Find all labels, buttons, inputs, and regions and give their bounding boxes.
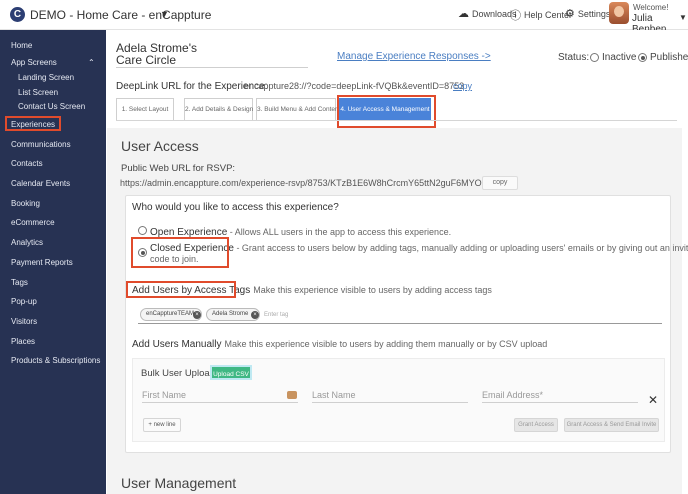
tag-input[interactable]: Enter tag	[264, 312, 288, 318]
manual-users-row: Add Users Manually Make this experience …	[132, 338, 547, 350]
sidebar-item-tags[interactable]: Tags	[11, 278, 28, 287]
manual-users-heading: Add Users Manually	[132, 339, 222, 350]
sidebar-item-contacts[interactable]: Contacts	[11, 159, 43, 168]
title-underline	[116, 67, 308, 68]
app-logo-icon[interactable]: C	[10, 7, 25, 22]
user-management-heading: User Management	[121, 475, 237, 491]
sidebar-item-analytics[interactable]: Analytics	[11, 238, 43, 247]
closed-experience-desc: - Grant access to users below by adding …	[233, 243, 688, 253]
sidebar-item-contact-us-screen[interactable]: Contact Us Screen	[18, 102, 85, 111]
new-line-button[interactable]: + new line	[143, 418, 181, 432]
avatar[interactable]	[609, 2, 629, 24]
chevron-down-icon[interactable]: ▼	[679, 13, 687, 22]
status-label: Status:	[558, 52, 590, 63]
closed-experience-option[interactable]: Closed Experience - Grant access to user…	[150, 243, 688, 265]
sidebar-item-landing-screen[interactable]: Landing Screen	[18, 73, 74, 82]
sidebar-item-ecommerce[interactable]: eCommerce	[11, 218, 55, 227]
email-field[interactable]: Email Address*	[482, 390, 638, 403]
sidebar-item-list-screen[interactable]: List Screen	[18, 88, 58, 97]
status-inactive-radio[interactable]	[590, 53, 599, 62]
rsvp-label: Public Web URL for RSVP:	[121, 163, 236, 174]
remove-tag-icon[interactable]: ×	[251, 311, 259, 319]
user-access-heading: User Access	[121, 138, 199, 154]
sidebar-item-payment-reports[interactable]: Payment Reports	[11, 258, 73, 267]
question-icon: ⓘ	[510, 10, 521, 22]
sidebar-item-places[interactable]: Places	[11, 337, 35, 346]
access-question: Who would you like to access this experi…	[132, 202, 339, 213]
remove-tag-icon[interactable]: ×	[193, 311, 201, 319]
rsvp-url: https://admin.encappture.com/experience-…	[120, 178, 495, 188]
experience-title[interactable]: Adela Strome's Care Circle	[116, 42, 226, 66]
tag-chip[interactable]: Adela Strome ×	[206, 308, 260, 321]
cloud-download-icon: ☁	[458, 8, 469, 20]
open-experience-radio[interactable]	[138, 226, 147, 235]
sidebar-item-booking[interactable]: Booking	[11, 199, 40, 208]
settings-button[interactable]: ⚙ Settings	[565, 7, 610, 20]
copy-rsvp-button[interactable]: copy	[482, 176, 518, 190]
sidebar-item-home[interactable]: Home	[11, 41, 32, 50]
grant-send-invite-button[interactable]: Grant Access & Send Email Invite	[564, 418, 659, 432]
closed-experience-highlight-box	[131, 237, 229, 268]
tab-build-menu-content[interactable]: 3. Build Menu & Add Content	[256, 98, 340, 120]
experiences-highlight-box	[5, 116, 61, 131]
copy-deeplink-link[interactable]: copy	[453, 81, 472, 91]
sidebar-item-app-screens[interactable]: App Screens	[11, 58, 57, 67]
tab-divider	[116, 120, 677, 121]
close-icon[interactable]: ✕	[648, 393, 658, 407]
tab-add-details-design[interactable]: 2. Add Details & Design	[184, 98, 253, 120]
tag-chip[interactable]: enCapptureTEAM ×	[140, 308, 202, 321]
top-bar: C DEMO - Home Care - enCappture ▼ ☁ Down…	[0, 0, 688, 35]
sidebar-item-communications[interactable]: Communications	[11, 140, 71, 149]
sidebar-item-visitors[interactable]: Visitors	[11, 317, 37, 326]
status-inactive-label[interactable]: Inactive	[602, 52, 636, 63]
downloads-button[interactable]: ☁ Downloads	[458, 7, 517, 20]
sidebar-item-calendar-events[interactable]: Calendar Events	[11, 179, 70, 188]
help-center-button[interactable]: ⓘ Help Center	[510, 7, 572, 23]
manage-responses-link[interactable]: Manage Experience Responses ->	[337, 51, 491, 62]
sidebar-item-popup[interactable]: Pop-up	[11, 297, 37, 306]
grant-access-button[interactable]: Grant Access	[514, 418, 558, 432]
welcome-text: Welcome!	[633, 3, 669, 12]
settings-label: Settings	[577, 8, 611, 19]
chevron-up-icon[interactable]: ⌃	[88, 58, 95, 67]
tag-chip-label: Adela Strome	[212, 311, 249, 317]
app-title[interactable]: DEMO - Home Care - enCappture	[30, 8, 211, 22]
tag-chip-label: enCapptureTEAM	[146, 311, 195, 317]
manual-users-desc: Make this experience visible to users by…	[224, 339, 548, 349]
chevron-down-icon[interactable]: ▼	[160, 9, 169, 19]
last-name-field[interactable]: Last Name	[312, 390, 468, 403]
experience-title-line2: Care Circle	[116, 53, 177, 67]
access-tags-highlight-box	[126, 281, 236, 298]
upload-csv-button[interactable]: Upload CSV	[210, 365, 252, 380]
open-experience-desc: - Allows ALL users in the app to access …	[227, 227, 452, 237]
deeplink-value: encappture28://?code=deepLink-fVQBk&even…	[244, 81, 465, 91]
first-name-field[interactable]: First Name	[142, 390, 298, 403]
contact-card-icon	[287, 391, 297, 399]
active-tab-highlight-box	[337, 95, 436, 128]
gear-icon: ⚙	[565, 8, 575, 20]
status-published-radio[interactable]	[638, 53, 647, 62]
bulk-upload-label: Bulk User Upload	[141, 368, 215, 379]
status-published-label[interactable]: Published	[650, 52, 688, 63]
access-tags-desc: Make this experience visible to users by…	[253, 285, 492, 295]
tab-select-layout[interactable]: 1. Select Layout	[116, 98, 174, 120]
sidebar-item-products-subscriptions[interactable]: Products & Subscriptions	[11, 356, 100, 365]
